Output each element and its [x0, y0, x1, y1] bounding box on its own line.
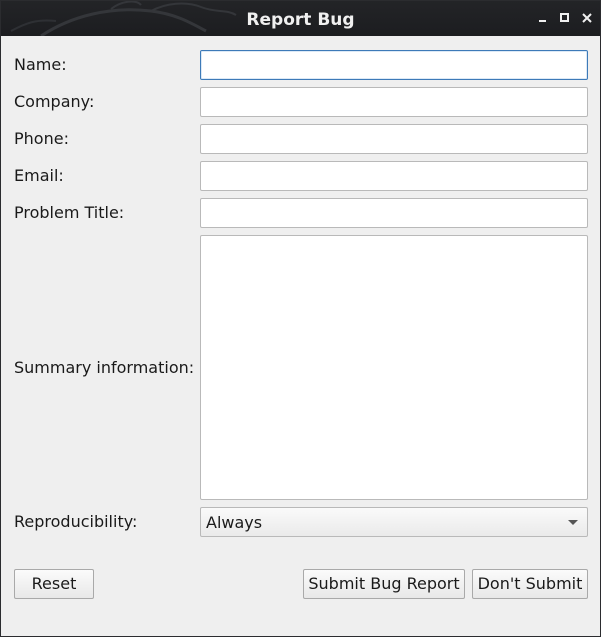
company-label: Company: — [14, 92, 95, 111]
window-title: Report Bug — [246, 10, 355, 30]
reproducibility-select[interactable]: Always — [200, 507, 588, 537]
reset-button[interactable]: Reset — [14, 569, 94, 599]
close-icon — [582, 13, 592, 23]
reproducibility-label: Reproducibility: — [14, 512, 138, 531]
summary-textarea[interactable] — [200, 235, 588, 500]
title-bar[interactable]: Report Bug — [1, 1, 600, 36]
minimize-icon — [539, 20, 546, 22]
submit-bug-report-button[interactable]: Submit Bug Report — [303, 569, 465, 599]
problem-title-label: Problem Title: — [14, 203, 125, 222]
dont-submit-button[interactable]: Don't Submit — [472, 569, 588, 599]
email-field[interactable] — [200, 161, 588, 191]
phone-field[interactable] — [200, 124, 588, 154]
maximize-button[interactable] — [558, 11, 572, 25]
report-bug-window: Report Bug Name: Company: Phone: Email: … — [0, 0, 601, 637]
reproducibility-value: Always — [206, 513, 263, 532]
minimize-button[interactable] — [536, 11, 550, 25]
name-label: Name: — [14, 55, 67, 74]
problem-title-field[interactable] — [200, 198, 588, 228]
company-field[interactable] — [200, 87, 588, 117]
phone-label: Phone: — [14, 129, 69, 148]
email-label: Email: — [14, 166, 64, 185]
maximize-icon — [560, 13, 569, 22]
summary-label: Summary information: — [14, 358, 195, 377]
close-button[interactable] — [580, 11, 594, 25]
name-field[interactable] — [200, 50, 588, 80]
chevron-down-icon — [568, 520, 578, 525]
